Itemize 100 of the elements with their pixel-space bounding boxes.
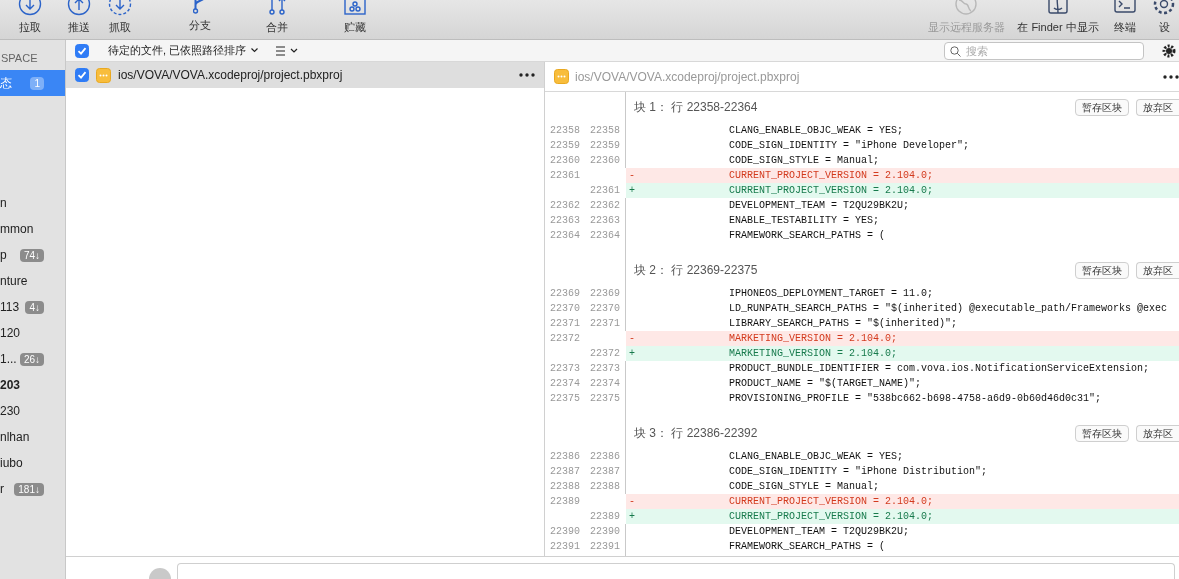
branch-item[interactable]: r 181↓ xyxy=(0,476,65,502)
code-line: CLANG_ENABLE_OBJC_WEAK = YES; xyxy=(729,125,904,136)
count-badge: 4↓ xyxy=(25,300,44,314)
line-number: 22361 xyxy=(550,170,580,181)
line-number: 22369 xyxy=(550,288,580,299)
toolbar-button[interactable]: 设 xyxy=(1149,0,1179,35)
line-number: 22373 xyxy=(590,363,620,374)
code-line: CODE_SIGN_STYLE = Manual; xyxy=(729,155,880,166)
branch-item[interactable]: mmon xyxy=(0,216,65,242)
toolbar-button[interactable]: 贮藏 xyxy=(296,0,414,35)
discard-hunk-button[interactable]: 放弃区 xyxy=(1136,425,1179,442)
code-line: PRODUCT_NAME = "$(TARGET_NAME)"; xyxy=(729,378,922,389)
discard-hunk-button[interactable]: 放弃区 xyxy=(1136,262,1179,279)
line-number: 22369 xyxy=(590,288,620,299)
line-number: 22374 xyxy=(590,378,620,389)
code-line: CODE_SIGN_IDENTITY = "iPhone Developer"; xyxy=(729,140,970,151)
diff-file-path: ios/VOVA/VOVA.xcodeproj/project.pbxproj xyxy=(575,69,801,84)
stage-hunk-button[interactable]: 暂存区块 xyxy=(1075,262,1129,279)
diff-sign: + xyxy=(629,185,635,196)
line-number: 22389 xyxy=(550,496,580,507)
sidebar-header: SPACE xyxy=(0,52,39,66)
hunk-title: 块 1： 行 22358-22364 xyxy=(634,99,759,116)
line-number: 22363 xyxy=(590,215,620,226)
line-number: 22390 xyxy=(550,526,580,537)
line-number: 22375 xyxy=(590,393,620,404)
code-line: CLANG_ENABLE_OBJC_WEAK = YES; xyxy=(729,451,904,462)
code-line: CURRENT_PROJECT_VERSION = 2.104.0; xyxy=(729,170,934,181)
line-number: 22391 xyxy=(590,541,620,552)
count-badge: 74↓ xyxy=(19,248,44,262)
branch-item[interactable]: 230 xyxy=(0,398,65,424)
code-line: CODE_SIGN_STYLE = Manual; xyxy=(729,481,880,492)
checkbox[interactable] xyxy=(75,68,89,82)
branch-item[interactable]: iubo xyxy=(0,450,65,476)
toolbar-button[interactable]: 抓取 xyxy=(98,0,142,35)
line-number: 22371 xyxy=(590,318,620,329)
line-number: 22387 xyxy=(550,466,580,477)
stage-hunk-button[interactable]: 暂存区块 xyxy=(1075,99,1129,116)
discard-hunk-button[interactable]: 放弃区 xyxy=(1136,99,1179,116)
code-line: ENABLE_TESTABILITY = YES; xyxy=(729,215,880,226)
code-line: CODE_SIGN_IDENTITY = "iPhone Distribution"; xyxy=(729,466,988,477)
branch-item[interactable]: 1... 26↓ xyxy=(0,346,65,372)
branch-item[interactable]: 203 xyxy=(0,372,65,398)
sort-menu[interactable]: 待定的文件, 已依照路径排序 xyxy=(108,43,247,58)
toolbar-button[interactable]: 合并 xyxy=(258,0,296,35)
line-number: 22390 xyxy=(590,526,620,537)
line-number: 22359 xyxy=(550,140,580,151)
hunk-title: 块 3： 行 22386-22392 xyxy=(634,425,759,442)
diff-sign: + xyxy=(629,348,635,359)
stage-hunk-button[interactable]: 暂存区块 xyxy=(1075,425,1129,442)
file-row[interactable]: ios/VOVA/VOVA.xcodeproj/project.pbxproj xyxy=(66,62,544,88)
checkbox[interactable] xyxy=(75,43,89,58)
count-badge: 181↓ xyxy=(14,482,44,496)
search-field[interactable]: 搜索 xyxy=(944,41,1144,60)
branch-item[interactable]: 120 xyxy=(0,320,65,346)
code-line: LIBRARY_SEARCH_PATHS = "$(inherited)"; xyxy=(729,318,958,329)
code-line: IPHONEOS_DEPLOYMENT_TARGET = 11.0; xyxy=(729,288,934,299)
commit-message-field[interactable] xyxy=(177,563,1175,579)
search-icon xyxy=(950,45,961,57)
branch-item[interactable]: 113 4↓ xyxy=(0,294,65,320)
line-number: 22358 xyxy=(590,125,620,136)
diff-sign: - xyxy=(629,170,635,181)
line-number: 22358 xyxy=(550,125,580,136)
line-number: 22362 xyxy=(590,200,620,211)
code-line: MARKETING_VERSION = 2.104.0; xyxy=(729,348,898,359)
line-number: 22370 xyxy=(550,303,580,314)
line-number: 22359 xyxy=(590,140,620,151)
code-line: DEVELOPMENT_TEAM = T2QU29BK2U; xyxy=(729,526,910,537)
line-number: 22388 xyxy=(590,481,620,492)
diff-sign: - xyxy=(629,333,635,344)
code-line: CURRENT_PROJECT_VERSION = 2.104.0; xyxy=(729,496,934,507)
line-number: 22371 xyxy=(550,318,580,329)
line-number: 22363 xyxy=(550,215,580,226)
hunk-title: 块 2： 行 22369-22375 xyxy=(634,262,759,279)
code-line: PROVISIONING_PROFILE = "538bc662-b698-4758-a6d9-0b60d46d0c31"; xyxy=(729,393,1102,404)
line-number: 22372 xyxy=(590,348,620,359)
toolbar-button[interactable]: 分支 xyxy=(142,0,258,33)
sidebar-item[interactable]: 态 1 xyxy=(0,70,65,96)
chevron-down-icon[interactable] xyxy=(251,48,259,53)
branch-item[interactable]: nlhan xyxy=(0,424,65,450)
line-number: 22372 xyxy=(550,333,580,344)
line-number: 22360 xyxy=(550,155,580,166)
toolbar-button[interactable]: 拉取 xyxy=(0,0,60,35)
modified-file-icon xyxy=(554,69,569,84)
toolbar-button[interactable]: 终端 xyxy=(1101,0,1149,35)
line-number: 22386 xyxy=(590,451,620,462)
more-icon[interactable] xyxy=(1163,74,1179,79)
code-line: PRODUCT_BUNDLE_IDENTIFIER = com.vova.ios.NotificationServiceExtension; xyxy=(729,363,1150,374)
line-number: 22389 xyxy=(590,511,620,522)
code-line: FRAMEWORK_SEARCH_PATHS = ( xyxy=(729,541,886,552)
branch-item[interactable]: nture xyxy=(0,268,65,294)
toolbar-button[interactable]: 在 Finder 中显示 xyxy=(1015,0,1101,35)
line-number: 22362 xyxy=(550,200,580,211)
line-number: 22360 xyxy=(590,155,620,166)
line-number: 22364 xyxy=(550,230,580,241)
settings-icon[interactable] xyxy=(1162,43,1176,58)
more-icon[interactable] xyxy=(519,73,535,77)
branch-item[interactable]: p 74↓ xyxy=(0,242,65,268)
branch-item[interactable]: n xyxy=(0,190,65,216)
toolbar-button[interactable]: 推送 xyxy=(60,0,98,35)
code-line: FRAMEWORK_SEARCH_PATHS = ( xyxy=(729,230,886,241)
